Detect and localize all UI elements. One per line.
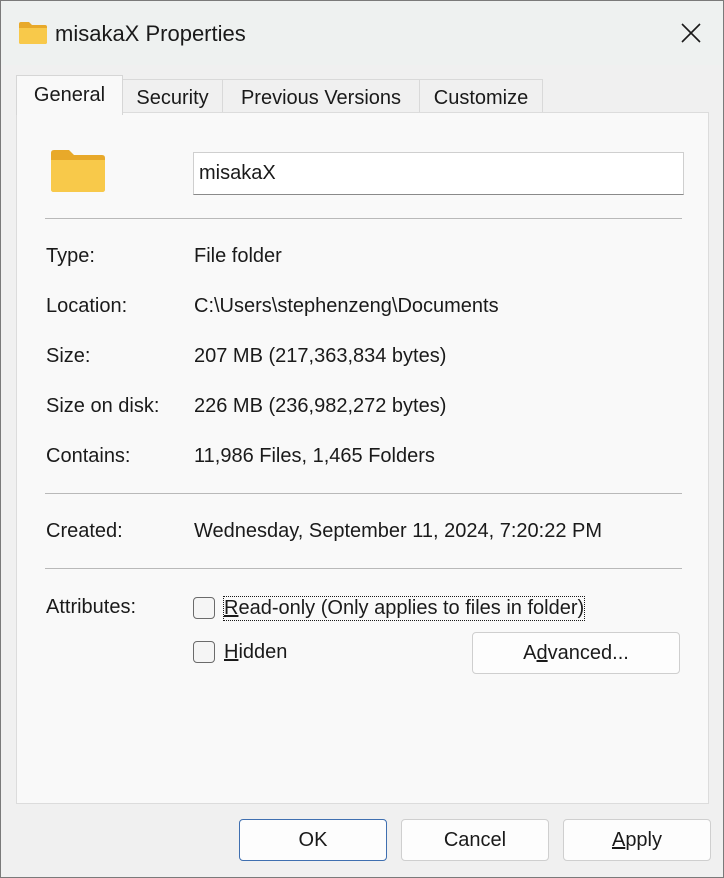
location-label: Location:	[46, 295, 128, 317]
hidden-accel: H	[224, 641, 239, 663]
tab-customize[interactable]: Customize	[419, 79, 543, 113]
size-label: Size:	[46, 345, 91, 367]
created-value: Wednesday, September 11, 2024, 7:20:22 P…	[194, 520, 603, 542]
contains-label: Contains:	[46, 445, 131, 467]
apply-accel: A	[611, 829, 626, 851]
ok-button[interactable]: OK	[239, 819, 387, 861]
hidden-label[interactable]: Hidden	[224, 641, 287, 664]
type-label: Type:	[46, 245, 95, 267]
separator	[45, 493, 682, 494]
readonly-text: ead-only (Only applies to files in folde…	[238, 597, 585, 619]
folder-icon	[18, 21, 48, 45]
size-value: 207 MB (217,363,834 bytes)	[194, 345, 447, 367]
close-button[interactable]	[671, 15, 711, 51]
readonly-checkbox[interactable]	[193, 597, 215, 619]
attributes-label: Attributes:	[46, 596, 137, 618]
apply-text: pply	[625, 829, 663, 851]
close-icon	[681, 23, 701, 43]
advanced-pre: A	[523, 642, 537, 664]
cancel-button[interactable]: Cancel	[401, 819, 549, 861]
advanced-accel: d	[536, 642, 548, 664]
type-value: File folder	[194, 245, 282, 267]
location-value: C:\Users\stephenzeng\Documents	[194, 295, 499, 317]
hidden-text: idden	[238, 641, 288, 663]
hidden-checkbox[interactable]	[193, 641, 215, 663]
properties-dialog: misakaX Properties General Security Prev…	[0, 0, 724, 878]
window-title: misakaX Properties	[55, 21, 246, 46]
separator	[45, 568, 682, 569]
contains-value: 11,986 Files, 1,465 Folders	[194, 445, 435, 467]
created-label: Created:	[46, 520, 123, 542]
general-panel: Type: File folder Location: C:\Users\ste…	[16, 112, 709, 804]
size-on-disk-value: 226 MB (236,982,272 bytes)	[194, 395, 447, 417]
advanced-post: vanced...	[547, 642, 629, 664]
folder-icon	[49, 148, 107, 194]
title-bar: misakaX Properties	[1, 1, 723, 65]
advanced-button[interactable]: Advanced...	[472, 632, 680, 674]
tab-previous-versions[interactable]: Previous Versions	[222, 79, 420, 113]
folder-name-input[interactable]	[193, 152, 684, 195]
tab-security[interactable]: Security	[122, 79, 223, 113]
size-on-disk-label: Size on disk:	[46, 395, 160, 417]
apply-button[interactable]: Apply	[563, 819, 711, 861]
readonly-accel: R	[224, 597, 239, 619]
separator	[45, 218, 682, 219]
readonly-label[interactable]: Read-only (Only applies to files in fold…	[222, 596, 586, 621]
tab-general[interactable]: General	[16, 75, 123, 115]
